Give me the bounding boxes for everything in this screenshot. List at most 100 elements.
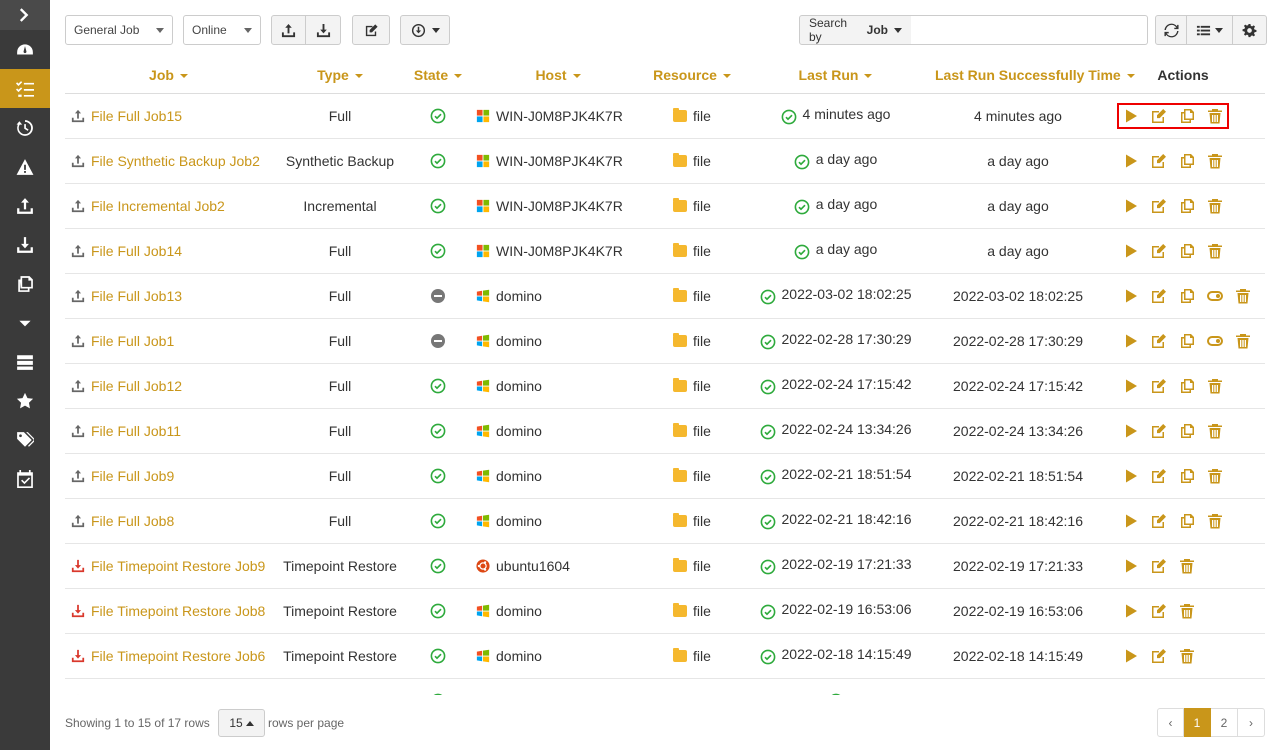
- table-row[interactable]: File Timepoint Restore Job9 Timepoint Res…: [65, 543, 1265, 589]
- sidebar-item-expand[interactable]: [0, 0, 50, 30]
- edit-button[interactable]: [1151, 603, 1167, 619]
- copy-button[interactable]: [1179, 153, 1195, 169]
- table-row[interactable]: File Timepoint Restore Job8 Timepoint Res…: [65, 588, 1265, 634]
- sidebar-item-caret-down[interactable]: [0, 303, 50, 342]
- table-row[interactable]: [65, 678, 1265, 695]
- run-button[interactable]: [1123, 558, 1139, 574]
- delete-button[interactable]: [1179, 558, 1195, 574]
- column-header-last-success[interactable]: Last Run Successfully Time: [935, 57, 1135, 94]
- search-input[interactable]: [911, 15, 1148, 45]
- sidebar-item-history[interactable]: [0, 108, 50, 147]
- table-row[interactable]: File Full Job1 Full domino file 2022-02-28 1…: [65, 318, 1265, 364]
- delete-button[interactable]: [1207, 468, 1223, 484]
- delete-button[interactable]: [1207, 108, 1223, 124]
- sidebar-item-server[interactable]: [0, 342, 50, 381]
- copy-button[interactable]: [1179, 198, 1195, 214]
- run-button[interactable]: [1123, 108, 1139, 124]
- download-menu-button[interactable]: [400, 15, 450, 45]
- table-row[interactable]: File Full Job13 Full domino file 2022-03-02 …: [65, 273, 1265, 319]
- edit-button[interactable]: [1151, 648, 1167, 664]
- copy-button[interactable]: [1179, 288, 1195, 304]
- batch-edit-button[interactable]: [352, 15, 390, 45]
- run-button[interactable]: [1123, 423, 1139, 439]
- job-name-link[interactable]: File Timepoint Restore Job8: [91, 603, 265, 619]
- run-button[interactable]: [1123, 468, 1139, 484]
- run-button[interactable]: [1123, 288, 1139, 304]
- columns-button[interactable]: [1187, 15, 1233, 45]
- job-name-link[interactable]: File Full Job8: [91, 513, 174, 529]
- edit-button[interactable]: [1151, 153, 1167, 169]
- run-button[interactable]: [1123, 333, 1139, 349]
- table-row[interactable]: File Full Job14 Full WIN-J0M8PJK4K7R file a …: [65, 228, 1265, 274]
- delete-button[interactable]: [1207, 198, 1223, 214]
- sidebar-item-calendar-check[interactable]: [0, 459, 50, 498]
- job-type-select[interactable]: General Job: [65, 15, 173, 45]
- edit-button[interactable]: [1151, 423, 1167, 439]
- delete-button[interactable]: [1207, 513, 1223, 529]
- sidebar-item-tags[interactable]: [0, 420, 50, 459]
- column-header-job[interactable]: Job: [65, 57, 272, 94]
- job-name-link[interactable]: File Full Job11: [91, 423, 181, 439]
- edit-button[interactable]: [1151, 558, 1167, 574]
- search-by-dropdown[interactable]: Search by Job: [799, 15, 912, 45]
- settings-button[interactable]: [1233, 15, 1267, 45]
- page-1[interactable]: 1: [1184, 708, 1211, 737]
- delete-button[interactable]: [1179, 603, 1195, 619]
- delete-button[interactable]: [1207, 378, 1223, 394]
- job-name-link[interactable]: File Incremental Job2: [91, 198, 225, 214]
- edit-button[interactable]: [1151, 198, 1167, 214]
- run-button[interactable]: [1123, 603, 1139, 619]
- copy-button[interactable]: [1179, 243, 1195, 259]
- refresh-button[interactable]: [1155, 15, 1187, 45]
- copy-button[interactable]: [1179, 468, 1195, 484]
- job-name-link[interactable]: File Timepoint Restore Job6: [91, 648, 265, 664]
- table-row[interactable]: File Full Job9 Full domino file 2022-02-21 1…: [65, 453, 1265, 499]
- edit-button[interactable]: [1151, 513, 1167, 529]
- table-row[interactable]: File Incremental Job2 Incremental WIN-J0M8…: [65, 183, 1265, 229]
- job-name-link[interactable]: File Full Job1: [91, 333, 174, 349]
- page-2[interactable]: 2: [1211, 708, 1238, 737]
- sidebar-item-copy[interactable]: [0, 264, 50, 303]
- sidebar-item-upload[interactable]: [0, 186, 50, 225]
- copy-button[interactable]: [1179, 333, 1195, 349]
- column-header-resource[interactable]: Resource: [648, 57, 736, 94]
- rows-per-page-dropdown[interactable]: 15: [218, 709, 265, 737]
- table-row[interactable]: File Full Job15 Full WIN-J0M8PJK4K7R file 4 …: [65, 93, 1265, 139]
- import-button[interactable]: [271, 15, 306, 45]
- table-row[interactable]: File Full Job12 Full domino file 2022-02-24 …: [65, 363, 1265, 409]
- table-row[interactable]: File Timepoint Restore Job6 Timepoint Res…: [65, 633, 1265, 679]
- job-name-link[interactable]: File Full Job9: [91, 468, 174, 484]
- job-name-link[interactable]: File Timepoint Restore Job9: [91, 558, 265, 574]
- delete-button[interactable]: [1235, 288, 1251, 304]
- column-header-last-run[interactable]: Last Run: [736, 57, 935, 94]
- table-row[interactable]: File Full Job11 Full domino file 2022-02-24 …: [65, 408, 1265, 454]
- sidebar-item-alert[interactable]: [0, 147, 50, 186]
- toggle-icon[interactable]: [1207, 290, 1223, 301]
- copy-button[interactable]: [1179, 513, 1195, 529]
- column-header-type[interactable]: Type: [272, 57, 408, 94]
- delete-button[interactable]: [1179, 648, 1195, 664]
- edit-button[interactable]: [1151, 243, 1167, 259]
- table-row[interactable]: File Synthetic Backup Job2 Synthetic Back…: [65, 138, 1265, 184]
- run-button[interactable]: [1123, 243, 1139, 259]
- run-button[interactable]: [1123, 648, 1139, 664]
- job-name-link[interactable]: File Full Job15: [91, 108, 182, 124]
- job-name-link[interactable]: File Full Job14: [91, 243, 182, 259]
- column-header-state[interactable]: State: [408, 57, 468, 94]
- copy-button[interactable]: [1179, 423, 1195, 439]
- delete-button[interactable]: [1207, 243, 1223, 259]
- delete-button[interactable]: [1235, 333, 1251, 349]
- edit-button[interactable]: [1151, 333, 1167, 349]
- edit-button[interactable]: [1151, 378, 1167, 394]
- run-button[interactable]: [1123, 378, 1139, 394]
- toggle-icon[interactable]: [1207, 335, 1223, 346]
- job-name-link[interactable]: File Full Job13: [91, 288, 182, 304]
- table-row[interactable]: File Full Job8 Full domino file 2022-02-21 1…: [65, 498, 1265, 544]
- run-button[interactable]: [1123, 153, 1139, 169]
- copy-button[interactable]: [1179, 108, 1195, 124]
- status-select[interactable]: Online: [183, 15, 261, 45]
- run-button[interactable]: [1123, 513, 1139, 529]
- sidebar-item-jobs-list[interactable]: [0, 69, 50, 108]
- sidebar-item-star[interactable]: [0, 381, 50, 420]
- delete-button[interactable]: [1207, 153, 1223, 169]
